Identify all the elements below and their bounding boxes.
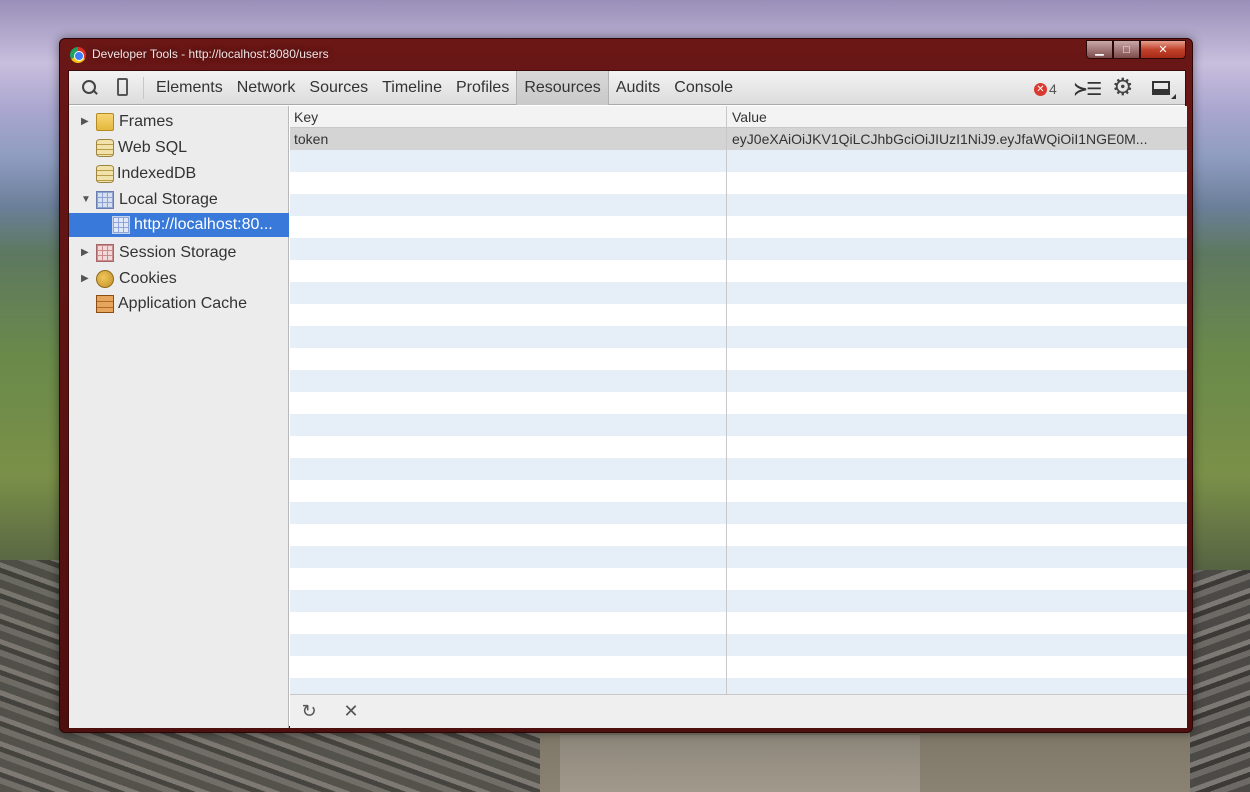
- table-row[interactable]: token eyJ0eXAiOiJKV1QiLCJhbGciOiJIUzI1Ni…: [290, 128, 1187, 150]
- sidebar-item-label: Local Storage: [119, 191, 218, 208]
- minimize-button[interactable]: ▁: [1086, 40, 1113, 59]
- error-count: 4: [1049, 81, 1057, 97]
- device-mode-icon[interactable]: [117, 78, 128, 96]
- expand-arrow-icon[interactable]: ▶: [81, 241, 89, 265]
- maximize-button[interactable]: □: [1113, 40, 1140, 59]
- collapse-arrow-icon[interactable]: ▼: [81, 188, 91, 212]
- error-counter[interactable]: ✕ 4: [1034, 81, 1057, 97]
- tab-resources[interactable]: Resources: [516, 71, 609, 105]
- sidebar-item-label: Web SQL: [118, 139, 188, 156]
- resources-sidebar: ▶ Frames Web SQL IndexedDB ▼ Local Stora…: [69, 106, 289, 728]
- sidebar-item-label: Cookies: [119, 270, 177, 287]
- folder-icon: [96, 113, 114, 131]
- expand-arrow-icon[interactable]: ▶: [81, 267, 89, 291]
- cache-icon: [96, 295, 114, 313]
- cookie-icon: [96, 270, 114, 288]
- close-button[interactable]: ✕: [1140, 40, 1186, 59]
- background-stone-wall-right: [1190, 570, 1250, 792]
- toolbar-divider: [143, 77, 144, 99]
- toolbar: Elements Network Sources Timeline Profil…: [69, 71, 1185, 105]
- sidebar-item-session-storage[interactable]: ▶ Session Storage: [69, 241, 289, 265]
- tab-profiles[interactable]: Profiles: [449, 71, 516, 105]
- sidebar-item-local-storage[interactable]: ▼ Local Storage: [69, 188, 289, 212]
- sidebar-item-cookies[interactable]: ▶ Cookies: [69, 267, 289, 291]
- tab-sources[interactable]: Sources: [302, 71, 375, 105]
- console-drawer-icon[interactable]: ≻☰: [1073, 79, 1102, 100]
- database-icon: [96, 139, 114, 157]
- table-header: Key Value: [290, 106, 1187, 128]
- dock-menu-indicator-icon: [1171, 94, 1176, 99]
- tab-elements[interactable]: Elements: [149, 71, 230, 105]
- sidebar-item-label: Application Cache: [118, 295, 247, 312]
- sidebar-item-indexeddb[interactable]: IndexedDB: [69, 162, 289, 186]
- error-icon: ✕: [1034, 82, 1047, 96]
- refresh-icon[interactable]: ↻: [298, 701, 320, 722]
- storage-table-panel: Key Value token eyJ0eXAiOiJKV1QiLCJhbGci…: [290, 106, 1187, 728]
- sidebar-item-label: Frames: [119, 113, 174, 130]
- title-bar[interactable]: Developer Tools - http://localhost:8080/…: [60, 39, 1192, 69]
- delete-icon[interactable]: ✕: [340, 701, 362, 722]
- tab-console[interactable]: Console: [667, 71, 740, 105]
- sidebar-item-label: IndexedDB: [117, 165, 197, 182]
- sidebar-item-web-sql[interactable]: Web SQL: [69, 136, 289, 160]
- column-header-key[interactable]: Key: [294, 109, 318, 125]
- search-icon[interactable]: [82, 80, 98, 96]
- storage-grid-icon: [96, 191, 114, 209]
- storage-grid-icon: [112, 216, 130, 234]
- table-body: [290, 128, 1187, 694]
- expand-arrow-icon[interactable]: ▶: [81, 110, 89, 134]
- table-footer: ↻ ✕: [290, 694, 1187, 728]
- tab-network[interactable]: Network: [230, 71, 303, 105]
- cell-value[interactable]: eyJ0eXAiOiJKV1QiLCJhbGciOiJIUzI1NiJ9.eyJ…: [732, 131, 1147, 147]
- devtools-window: Developer Tools - http://localhost:8080/…: [59, 38, 1193, 733]
- devtools-client: Elements Network Sources Timeline Profil…: [68, 70, 1187, 728]
- background-path: [560, 735, 920, 792]
- gear-icon[interactable]: ⚙: [1112, 75, 1134, 101]
- sidebar-item-label: Session Storage: [119, 244, 237, 261]
- tab-timeline[interactable]: Timeline: [375, 71, 449, 105]
- cell-key[interactable]: token: [294, 131, 328, 147]
- sidebar-item-application-cache[interactable]: Application Cache: [69, 292, 289, 316]
- sidebar-item-localhost-origin[interactable]: http://localhost:80...: [69, 213, 289, 237]
- dock-side-icon[interactable]: [1152, 81, 1170, 95]
- database-icon: [96, 165, 114, 183]
- column-divider[interactable]: [726, 106, 727, 694]
- column-header-value[interactable]: Value: [732, 109, 767, 125]
- chrome-icon: [70, 47, 86, 63]
- window-title: Developer Tools - http://localhost:8080/…: [92, 47, 329, 61]
- tab-audits[interactable]: Audits: [609, 71, 667, 105]
- sidebar-item-label: http://localhost:80...: [134, 216, 273, 233]
- window-controls: ▁ □ ✕: [1086, 40, 1186, 59]
- panel-tabs: Elements Network Sources Timeline Profil…: [149, 71, 740, 105]
- sidebar-item-frames[interactable]: ▶ Frames: [69, 110, 289, 134]
- storage-grid-icon: [96, 244, 114, 262]
